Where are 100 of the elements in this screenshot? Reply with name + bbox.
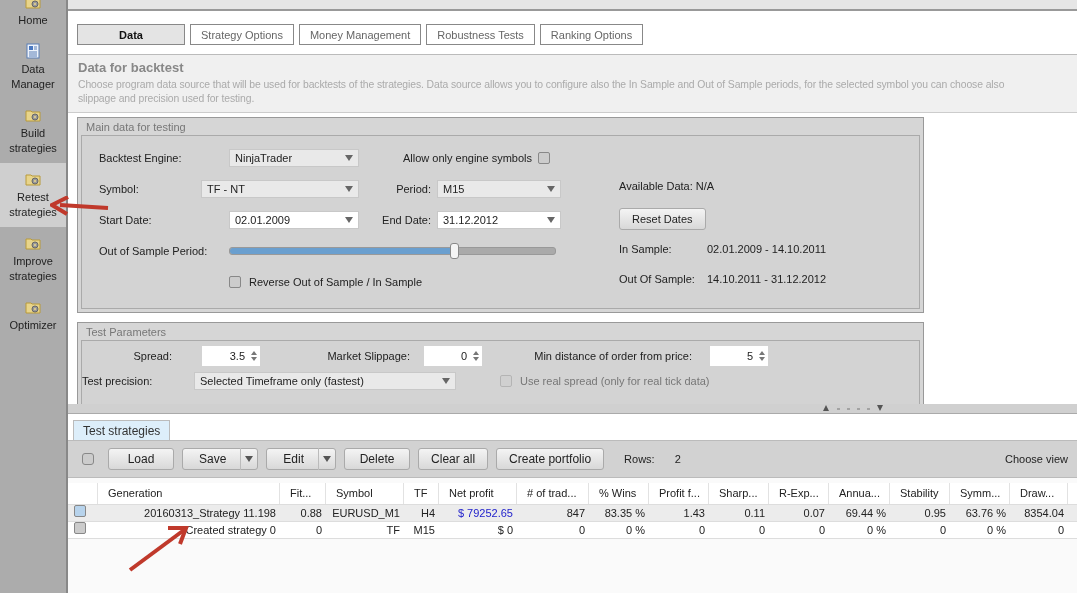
column-header[interactable]: % Wins (589, 483, 649, 504)
table-cell-text: 0.88 (299, 506, 323, 521)
end-date-dropdown[interactable]: 31.12.2012 (437, 210, 561, 229)
table-cell-text: 0.95 (923, 506, 947, 521)
field-label: Period: (395, 182, 432, 195)
caret-icon (547, 216, 555, 223)
table-cell-text: 83.35 % (603, 506, 646, 521)
date-range: 02.01.2009 - 14.10.2011 (707, 243, 827, 255)
split-button[interactable]: Edit (266, 448, 337, 470)
spinner-arrows-icon (251, 350, 257, 361)
field-label: Min distance of order from price: (533, 349, 693, 362)
table-cell-text: 0 (314, 523, 323, 538)
checkbox[interactable] (538, 151, 550, 164)
table-cell-text: 0 % (986, 523, 1007, 538)
spread-spinner[interactable]: 3.5 (202, 345, 260, 366)
checkbox[interactable] (229, 275, 241, 288)
tab[interactable]: Strategy Options (190, 24, 294, 45)
column-header[interactable]: Profit f... (649, 483, 709, 504)
field-label: Test precision: (82, 374, 154, 387)
slippage-spinner[interactable]: 0 (424, 345, 482, 366)
spinner-arrows-icon (759, 350, 765, 361)
folder-gear-icon (25, 171, 41, 187)
table-row[interactable]: Created strategy 0 0 TF M15 $ 0 0 0 % 0 0 0 0 % 0 0 % 0 (68, 522, 1077, 539)
panel-title: Main data for testing (85, 120, 187, 135)
folder-gear-icon (25, 299, 41, 315)
toolbar-button[interactable]: Load (108, 448, 174, 470)
field-label: Spread: (132, 349, 173, 362)
checkbox-label: Reverse Out of Sample / In Sample (249, 275, 423, 288)
field-label: Out of Sample Period: (99, 244, 209, 257)
tab[interactable]: Robustness Tests (426, 24, 535, 45)
period-dropdown[interactable]: M15 (437, 179, 561, 198)
table-cell-text: 0 (938, 523, 947, 538)
min-distance-spinner[interactable]: 5 (710, 345, 768, 366)
table-cell-text: $ 79252.65 (456, 506, 514, 521)
field-label: Market Slippage: (326, 349, 411, 362)
split-button[interactable]: Save (182, 448, 259, 470)
description: Choose program data source that will be used for backtests of the strategies. Data source allows you to configure also the In Sample and Out of Sample periods, for the selected symbol you can choose also (78, 78, 1006, 92)
sidebar-item[interactable]: Improve strategies (0, 227, 66, 291)
column-header[interactable]: Annua... (829, 483, 890, 504)
toolbar-button[interactable]: Clear all (418, 448, 489, 470)
splitter-arrows-icon (822, 404, 883, 412)
precision-dropdown[interactable]: Selected Timeframe only (fastest) (194, 371, 456, 390)
column-header[interactable]: Symm... (950, 483, 1010, 504)
spinner-arrows-icon (473, 350, 479, 361)
choose-view-link[interactable]: Choose view (1005, 453, 1068, 465)
column-header[interactable]: Symbol (326, 483, 404, 504)
panel-title: Test Parameters (85, 325, 168, 340)
checkbox-label: Use real spread (only for real tick data) (520, 374, 710, 387)
table-cell-text: 0 (697, 523, 706, 538)
column-header[interactable]: Stability (890, 483, 950, 504)
field-label: Allow only engine symbols (403, 151, 532, 164)
table-cell-text: Created strategy 0 (184, 523, 277, 538)
description: slippage and precision used for testing. (78, 92, 256, 106)
table-cell-text: 847 (565, 506, 586, 521)
table-cell-text: $ 0 (496, 523, 514, 538)
column-header[interactable]: Net profit (439, 483, 517, 504)
table-cell-text: 0.11 (743, 506, 766, 521)
column-header[interactable]: TF (404, 483, 439, 504)
caret-icon (345, 185, 353, 192)
column-header[interactable]: Sharp... (709, 483, 769, 504)
select-all-checkbox[interactable] (82, 453, 94, 465)
column-header[interactable]: # of trad... (517, 483, 589, 504)
tab[interactable]: Test strategies (73, 420, 171, 440)
sidebar-item[interactable]: Retest strategies (0, 163, 66, 227)
row-checkbox[interactable] (74, 505, 86, 517)
row-checkbox[interactable] (74, 522, 86, 534)
folder-gear-icon (25, 235, 41, 251)
sidebar-item[interactable]: Build strategies (0, 99, 66, 163)
folder-gear-icon (25, 107, 41, 123)
column-header[interactable]: Generation (98, 483, 280, 504)
symbol-dropdown[interactable]: TF - NT (201, 179, 359, 198)
table-cell-text: TF (385, 523, 401, 538)
tab[interactable]: Data (77, 24, 185, 45)
table-cell-text: 0 (1056, 523, 1065, 538)
sidebar-item[interactable]: Home (0, 0, 66, 35)
column-header[interactable]: Fit... (280, 483, 326, 504)
tab[interactable]: Money Management (298, 24, 422, 45)
column-header[interactable]: R-Exp... (769, 483, 829, 504)
table-row[interactable]: 20160313_Strategy 11.198 0.88 EURUSD_M1 H4 $ 79252.65 847 83.35 % 1.43 0.11 0.07 69.44 % 0.95 63.76 % 8354.04 (68, 505, 1077, 522)
toolbar-button[interactable]: Delete (344, 448, 411, 470)
field-label: Symbol: (99, 182, 140, 195)
start-date-dropdown[interactable]: 02.01.2009 (229, 210, 359, 229)
engine-dropdown[interactable]: NinjaTrader (229, 148, 359, 167)
splitter-handle[interactable] (68, 404, 1077, 414)
table-cell-text: EURUSD_M1 (331, 506, 401, 521)
field-label: Start Date: (99, 213, 153, 226)
table-cell-text: 0 % (625, 523, 646, 538)
field-label: End Date: (381, 213, 432, 226)
field-label: Backtest Engine: (99, 151, 183, 164)
toolbar-button[interactable]: Create portfolio (496, 448, 605, 470)
table-cell-text: 63.76 % (964, 506, 1007, 521)
table-cell-text: 0 (577, 523, 586, 538)
sidebar-item[interactable]: Optimizer (0, 291, 66, 340)
sidebar-item[interactable]: Data Manager (0, 35, 66, 99)
column-header[interactable]: Draw... (1010, 483, 1068, 504)
section-title: Data for backtest (78, 60, 185, 75)
tab[interactable]: Ranking Options (539, 24, 644, 45)
slider-thumb[interactable] (450, 242, 460, 259)
table-cell-text: 69.44 % (844, 506, 887, 521)
reset-dates-button[interactable]: Reset Dates (619, 208, 706, 230)
